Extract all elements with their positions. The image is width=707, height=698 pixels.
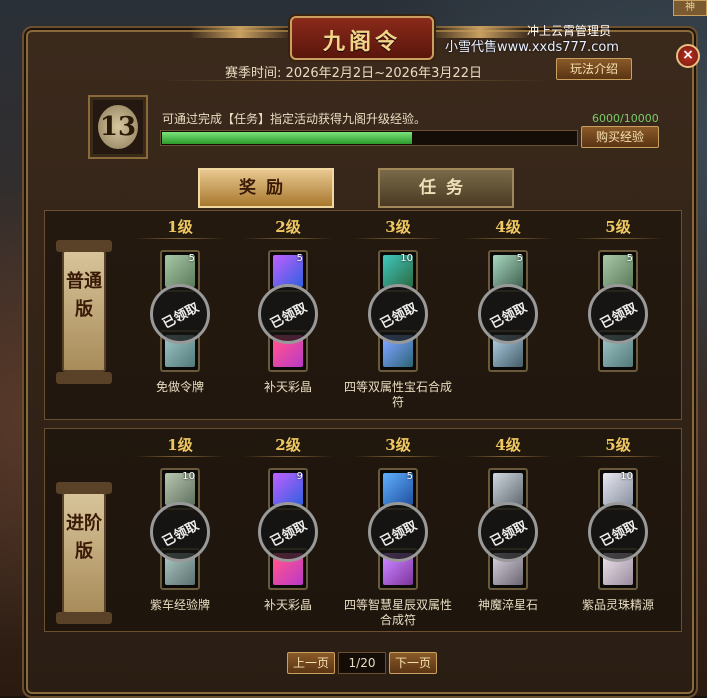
tier-divider: [353, 238, 443, 239]
top-right-tag[interactable]: 神: [673, 0, 707, 16]
watermark: 小雪代售www.xxds777.com: [445, 40, 619, 55]
reward-count: 10: [182, 471, 195, 482]
claimed-stamp: 已领取: [588, 502, 648, 562]
star-stone-icon: [493, 473, 523, 505]
claimed-label: 已领取: [160, 518, 202, 551]
claimed-label: 已领取: [160, 300, 202, 333]
reward-name: 免做令牌: [155, 380, 204, 394]
exp-description: 可通过完成【任务】指定活动获得九阁升级经验。: [162, 112, 427, 126]
tier-level-label: 4级: [495, 436, 521, 454]
claimed-stamp: 已领取: [368, 502, 428, 562]
claimed-stamp: 已领取: [588, 284, 648, 344]
claimed-label: 已领取: [598, 300, 640, 333]
reward-count: 9: [296, 471, 303, 482]
claimed-label: 已领取: [268, 518, 310, 551]
tier-divider: [243, 238, 333, 239]
reward-name: 紫车经验牌: [149, 598, 210, 612]
prev-page-button[interactable]: 上一页: [287, 652, 335, 674]
title-plate: 九阁令: [290, 16, 434, 60]
next-page-button[interactable]: 下一页: [389, 652, 437, 674]
tier-level-label: 5级: [605, 436, 631, 454]
claimed-label: 已领取: [268, 300, 310, 333]
tab-tasks[interactable]: 任务: [378, 168, 514, 208]
level-number: 13: [98, 105, 138, 149]
claimed-label: 已领取: [378, 518, 420, 551]
exp-progress-bar: [160, 130, 578, 146]
tier-level-label: 1级: [167, 436, 193, 454]
reward-name: 神魔淬星石: [477, 598, 538, 612]
tier-divider: [135, 456, 225, 457]
claimed-label: 已领取: [598, 518, 640, 551]
claimed-stamp: 已领取: [478, 502, 538, 562]
reward-count: 5: [626, 253, 633, 264]
rules-button[interactable]: 玩法介绍: [556, 58, 632, 80]
title-left-ornament: [190, 26, 290, 38]
season-divider: [160, 80, 550, 81]
claimed-label: 已领取: [488, 518, 530, 551]
reward-name: 四等双属性宝石合成符: [343, 380, 452, 409]
claimed-label: 已领取: [488, 300, 530, 333]
reward-count: 10: [620, 471, 633, 482]
tier-level-label: 2级: [275, 218, 301, 236]
tier-divider: [243, 456, 333, 457]
claimed-stamp: 已领取: [258, 284, 318, 344]
reward-name: 补天彩晶: [263, 598, 312, 612]
exp-progress-fill: [162, 132, 412, 144]
version-badge-advanced: 进阶版: [62, 492, 106, 614]
tier-divider: [573, 456, 663, 457]
reward-count: 5: [406, 471, 413, 482]
claimed-stamp: 已领取: [258, 502, 318, 562]
tier-level-label: 2级: [275, 436, 301, 454]
claimed-stamp: 已领取: [478, 284, 538, 344]
tier-divider: [463, 238, 553, 239]
claimed-stamp: 已领取: [150, 284, 210, 344]
tier-level-label: 4级: [495, 218, 521, 236]
exp-count: 6000/10000: [592, 112, 659, 125]
page-indicator: 1/20: [338, 652, 386, 674]
buy-exp-button[interactable]: 购买经验: [581, 126, 659, 148]
tier-divider: [463, 456, 553, 457]
level-badge: 13: [88, 95, 148, 159]
reward-count: 10: [400, 253, 413, 264]
reward-name: 紫品灵珠精源: [581, 598, 654, 612]
reward-name: 四等智慧星辰双属性合成符: [343, 598, 452, 627]
reward-count: 5: [296, 253, 303, 264]
claimed-stamp: 已领取: [368, 284, 428, 344]
window-title: 九阁令: [322, 30, 401, 55]
claimed-label: 已领取: [378, 300, 420, 333]
tier-level-label: 1级: [167, 218, 193, 236]
tier-divider: [135, 238, 225, 239]
version-badge-normal: 普通版: [62, 250, 106, 372]
tier-level-label: 3级: [385, 218, 411, 236]
reward-name: 补天彩晶: [263, 380, 312, 394]
claimed-stamp: 已领取: [150, 502, 210, 562]
version-cap-bottom: [56, 372, 112, 384]
tier-level-label: 5级: [605, 218, 631, 236]
reward-count: 5: [516, 253, 523, 264]
tier-level-label: 3级: [385, 436, 411, 454]
tier-divider: [353, 456, 443, 457]
version-cap-bottom: [56, 612, 112, 624]
tier-divider: [573, 238, 663, 239]
tab-rewards[interactable]: 奖励: [198, 168, 334, 208]
reward-count: 5: [188, 253, 195, 264]
